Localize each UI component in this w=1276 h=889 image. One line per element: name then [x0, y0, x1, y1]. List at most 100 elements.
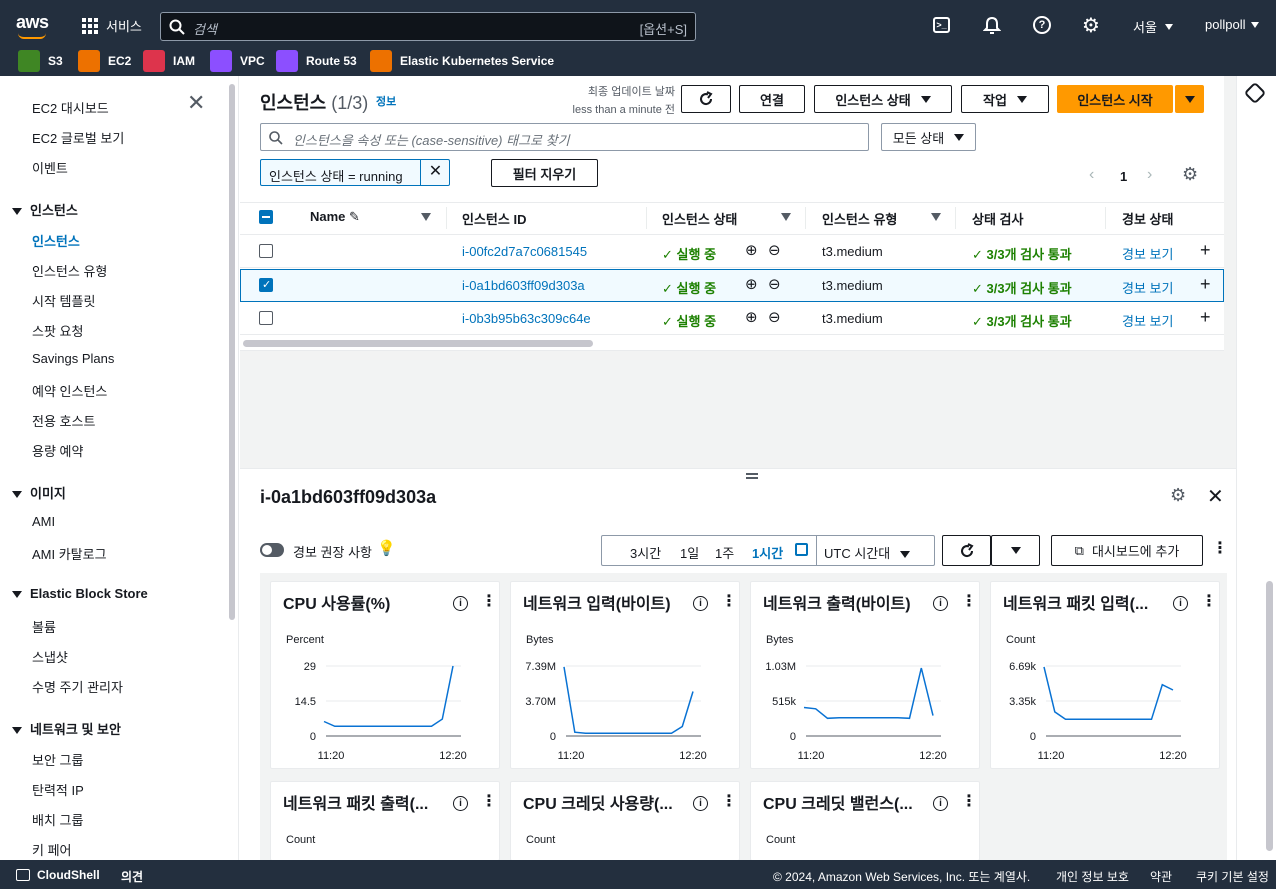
sidebar-item-elastic-ips[interactable]: 탄력적 IP	[32, 780, 84, 799]
detail-settings-gear-icon[interactable]: ⚙	[1170, 485, 1186, 506]
connect-button[interactable]: 연결	[739, 85, 805, 113]
favorite-route53[interactable]: Route 53	[276, 49, 357, 73]
bell-icon[interactable]	[983, 16, 1001, 34]
sort-caret-icon[interactable]	[781, 213, 791, 221]
sidebar-item-placement-groups[interactable]: 배치 그룹	[32, 810, 83, 829]
refresh-metrics-button[interactable]	[942, 535, 991, 566]
sort-caret-icon[interactable]	[931, 213, 941, 221]
status-check[interactable]: ✓ 3/3개 검사 통과	[972, 311, 1072, 330]
range-1h-selected[interactable]: 1시간	[752, 543, 783, 562]
add-alarm-plus-icon[interactable]: +	[1200, 240, 1211, 261]
view-alarms-link[interactable]: 경보 보기	[1122, 278, 1173, 297]
column-header-alarm-status[interactable]: 경보 상태	[1122, 209, 1173, 228]
column-header-instance-id[interactable]: 인스턴스 ID	[462, 209, 526, 228]
more-options-icon[interactable]: ⋮	[961, 794, 977, 810]
zoom-in-icon[interactable]: ⊕	[745, 308, 758, 326]
row-checkbox[interactable]: ✓	[259, 278, 273, 292]
timezone-select[interactable]: UTC 시간대	[816, 536, 935, 565]
info-icon[interactable]: i	[933, 796, 948, 811]
info-icon[interactable]: i	[453, 796, 468, 811]
sidebar-item-savings-plans[interactable]: Savings Plans	[32, 351, 114, 366]
info-icon[interactable]: i	[453, 596, 468, 611]
table-row-selected[interactable]: ✓ i-0a1bd603ff09d303a ✓ 실행 중 ⊕ ⊖ t3.medi…	[240, 269, 1224, 302]
more-options-icon[interactable]: ⋮	[961, 594, 977, 610]
close-panel-icon[interactable]: ✕	[1207, 484, 1224, 509]
table-settings-gear-icon[interactable]: ⚙	[1182, 164, 1198, 185]
range-3h[interactable]: 3시간	[630, 543, 661, 562]
zoom-in-icon[interactable]: ⊕	[745, 275, 758, 293]
sidebar-item-lifecycle-manager[interactable]: 수명 주기 관리자	[32, 677, 123, 696]
favorite-s3[interactable]: S3	[18, 49, 63, 73]
sidebar-item-capacity-reservations[interactable]: 용량 예약	[32, 441, 83, 460]
feedback-link[interactable]: 의견	[121, 868, 143, 885]
region-selector[interactable]: 서울	[1133, 17, 1173, 36]
range-1d[interactable]: 1일	[680, 543, 699, 562]
privacy-link[interactable]: 개인 정보 보호	[1056, 868, 1129, 885]
page-number[interactable]: 1	[1120, 169, 1127, 184]
sidebar-section-instances[interactable]: 인스턴스	[12, 200, 78, 219]
row-checkbox[interactable]	[259, 311, 273, 325]
sidebar-item-instance-types[interactable]: 인스턴스 유형	[32, 261, 107, 280]
table-row[interactable]: i-00fc2d7a7c0681545 ✓ 실행 중 ⊕ ⊖ t3.medium…	[240, 235, 1224, 268]
sidebar-item-ec2-dashboard[interactable]: EC2 대시보드	[32, 98, 109, 117]
remove-filter-button[interactable]: ✕	[420, 160, 450, 185]
sidebar-item-security-groups[interactable]: 보안 그룹	[32, 750, 83, 769]
row-checkbox[interactable]	[259, 244, 273, 258]
zoom-out-icon[interactable]: ⊖	[768, 308, 781, 326]
favorite-iam[interactable]: IAM	[143, 49, 195, 73]
sidebar-section-network-security[interactable]: 네트워크 및 보안	[12, 719, 121, 738]
sidebar-item-events[interactable]: 이벤트	[32, 158, 68, 177]
more-options-icon[interactable]: ⋮	[1212, 541, 1228, 557]
alarm-recommendation-toggle[interactable]	[260, 543, 284, 557]
more-options-icon[interactable]: ⋮	[481, 594, 497, 610]
sidebar-item-instances[interactable]: 인스턴스	[32, 231, 80, 250]
sidebar-item-volumes[interactable]: 볼륨	[32, 617, 56, 636]
info-link[interactable]: 정보	[376, 93, 396, 109]
favorite-eks[interactable]: Elastic Kubernetes Service	[370, 49, 554, 73]
sidebar-item-dedicated-hosts[interactable]: 전용 호스트	[32, 411, 95, 430]
cookie-preferences-link[interactable]: 쿠키 기본 설정	[1196, 868, 1269, 885]
zoom-in-icon[interactable]: ⊕	[745, 241, 758, 259]
status-check[interactable]: ✓ 3/3개 검사 통과	[972, 278, 1072, 297]
terms-link[interactable]: 약관	[1150, 868, 1172, 885]
add-alarm-plus-icon[interactable]: +	[1200, 307, 1211, 328]
prev-page-icon[interactable]: ‹	[1089, 166, 1094, 184]
add-to-dashboard-button[interactable]: ⧉ 대시보드에 추가	[1051, 535, 1203, 566]
sidebar-section-ebs[interactable]: Elastic Block Store	[12, 586, 148, 601]
select-all-checkbox[interactable]	[259, 210, 273, 224]
sidebar-item-key-pairs[interactable]: 키 페어	[32, 840, 72, 859]
sidebar-item-spot-requests[interactable]: 스팟 요청	[32, 321, 83, 340]
sidebar-scrollbar[interactable]	[229, 84, 235, 620]
column-header-instance-state[interactable]: 인스턴스 상태	[662, 209, 737, 228]
actions-button[interactable]: 작업	[961, 85, 1049, 113]
global-search-input[interactable]: 검색 [옵션+S]	[160, 12, 696, 41]
info-icon[interactable]: i	[933, 596, 948, 611]
refresh-options-button[interactable]	[991, 535, 1040, 566]
close-icon[interactable]: ✕	[187, 92, 205, 114]
help-panel-icon[interactable]	[1243, 81, 1267, 105]
more-options-icon[interactable]: ⋮	[721, 794, 737, 810]
more-options-icon[interactable]: ⋮	[1201, 594, 1217, 610]
table-row[interactable]: i-0b3b95b63c309c64e ✓ 실행 중 ⊕ ⊖ t3.medium…	[240, 302, 1224, 335]
column-header-name[interactable]: Name ✎	[310, 209, 360, 225]
edit-pencil-icon[interactable]: ✎	[349, 209, 360, 224]
sidebar-item-snapshots[interactable]: 스냅샷	[32, 647, 68, 666]
refresh-button[interactable]	[681, 85, 731, 113]
resize-handle-icon[interactable]	[746, 473, 758, 479]
zoom-out-icon[interactable]: ⊖	[768, 275, 781, 293]
more-options-icon[interactable]: ⋮	[481, 794, 497, 810]
instance-id-link[interactable]: i-0b3b95b63c309c64e	[462, 311, 591, 326]
favorite-vpc[interactable]: VPC	[210, 49, 265, 73]
sidebar-item-ami-catalog[interactable]: AMI 카탈로그	[32, 544, 107, 563]
info-icon[interactable]: i	[693, 596, 708, 611]
next-page-icon[interactable]: ›	[1147, 166, 1152, 184]
view-alarms-link[interactable]: 경보 보기	[1122, 311, 1173, 330]
info-icon[interactable]: i	[693, 796, 708, 811]
instance-search-input[interactable]: 인스턴스을 속성 또는 (case-sensitive) 태그로 찾기	[260, 123, 869, 151]
add-alarm-plus-icon[interactable]: +	[1200, 274, 1211, 295]
sidebar-item-reserved-instances[interactable]: 예약 인스턴스	[32, 381, 107, 400]
info-icon[interactable]: i	[1173, 596, 1188, 611]
launch-dropdown-button[interactable]	[1175, 85, 1204, 113]
view-alarms-link[interactable]: 경보 보기	[1122, 244, 1173, 263]
sidebar-item-launch-templates[interactable]: 시작 템플릿	[32, 291, 95, 310]
